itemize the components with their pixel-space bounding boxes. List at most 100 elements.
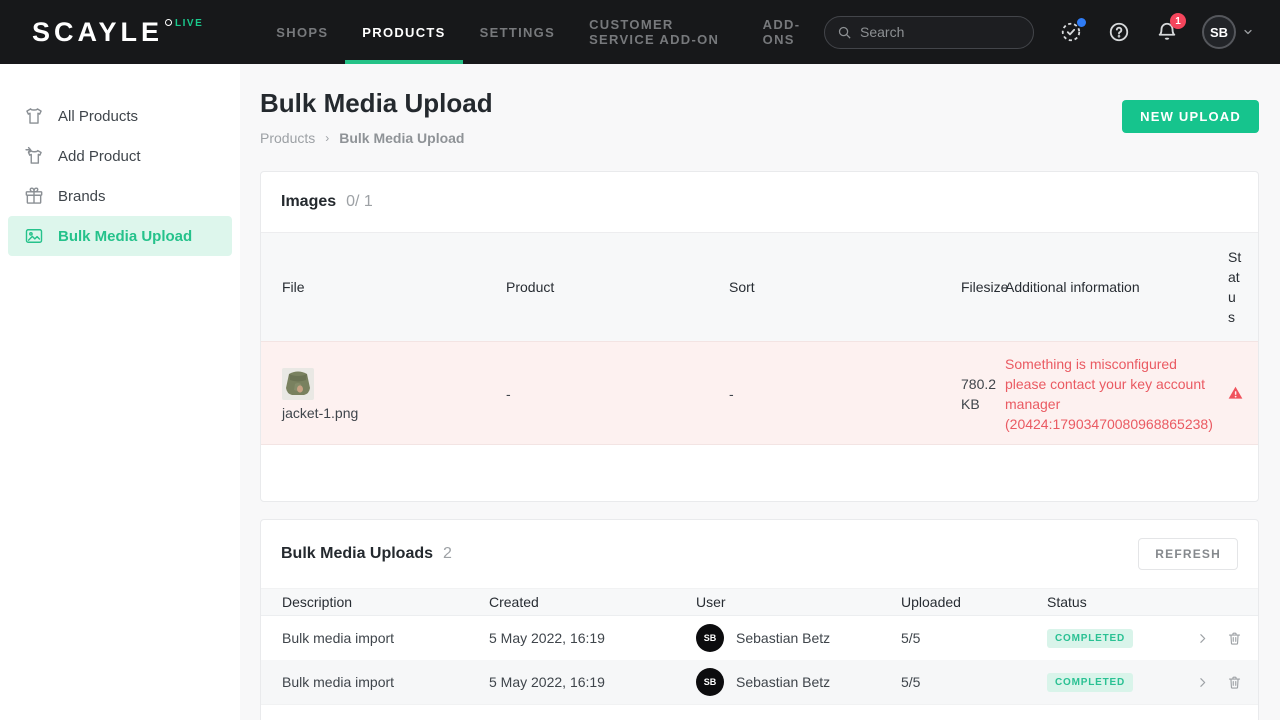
sidebar: All Products Add Product Brands Bulk Med… bbox=[0, 64, 240, 720]
chevron-right-icon bbox=[1196, 676, 1209, 689]
images-table: File Product Sort Filesize Additional in… bbox=[261, 233, 1258, 445]
help-icon bbox=[1108, 21, 1130, 43]
user-row-avatar: SB bbox=[696, 668, 724, 696]
column-header-description: Description bbox=[261, 589, 489, 616]
breadcrumb-products[interactable]: Products bbox=[260, 130, 315, 146]
sidebar-item-bulk-media-upload[interactable]: Bulk Media Upload bbox=[8, 216, 232, 256]
nav-customer-service-add-on[interactable]: CUSTOMER SERVICE ADD-ON bbox=[572, 0, 746, 64]
refresh-button[interactable]: REFRESH bbox=[1138, 538, 1238, 570]
delete-upload-button[interactable] bbox=[1227, 675, 1242, 690]
sidebar-item-label: All Products bbox=[58, 108, 138, 125]
breadcrumb-current: Bulk Media Upload bbox=[339, 130, 464, 146]
created-cell: 5 May 2022, 16:19 bbox=[489, 616, 696, 661]
error-message: Something is misconfigured please contac… bbox=[1005, 354, 1228, 434]
warning-triangle-icon bbox=[1228, 386, 1243, 400]
sidebar-item-add-product[interactable]: Add Product bbox=[8, 136, 232, 176]
file-cell: jacket-1.png bbox=[261, 342, 506, 445]
uploads-card-count: 2 bbox=[443, 545, 452, 563]
uploads-table-header-row: Description Created User Uploaded Status bbox=[261, 589, 1259, 616]
images-card-title: Images bbox=[281, 193, 336, 211]
sort-cell: - bbox=[729, 342, 961, 445]
topbar-right: 1 SB bbox=[824, 15, 1254, 49]
description-cell: Bulk media import bbox=[261, 660, 489, 704]
column-header-additional-information: Additional information bbox=[1005, 233, 1228, 342]
logo-text: SCAYLE bbox=[32, 17, 163, 47]
filesize-cell: 780.2 KB bbox=[961, 342, 1005, 445]
search-box[interactable] bbox=[824, 16, 1034, 49]
column-header-created: Created bbox=[489, 589, 696, 616]
uploads-card: Bulk Media Uploads 2 REFRESH Description… bbox=[260, 519, 1259, 720]
user-name: Sebastian Betz bbox=[736, 674, 830, 690]
page-header: Bulk Media Upload Products › Bulk Media … bbox=[260, 88, 1259, 146]
uploads-card-title: Bulk Media Uploads bbox=[281, 545, 433, 563]
file-name: jacket-1.png bbox=[282, 405, 506, 421]
chevron-right-icon bbox=[1196, 632, 1209, 645]
search-input[interactable] bbox=[860, 24, 1020, 40]
nav-add-ons[interactable]: ADD-ONS bbox=[746, 0, 824, 64]
gift-icon bbox=[24, 186, 44, 206]
file-thumbnail[interactable] bbox=[282, 368, 314, 400]
images-card-count: 0/ 1 bbox=[346, 193, 373, 211]
images-table-header-row: File Product Sort Filesize Additional in… bbox=[261, 233, 1258, 342]
uploads-card-header: Bulk Media Uploads 2 REFRESH bbox=[261, 520, 1258, 588]
tshirt-icon bbox=[24, 106, 44, 126]
upload-row[interactable]: Bulk media import 5 May 2022, 16:19 SB S… bbox=[261, 660, 1259, 704]
sidebar-item-brands[interactable]: Brands bbox=[8, 176, 232, 216]
nav-shops[interactable]: SHOPS bbox=[259, 0, 345, 64]
description-cell: Bulk media import bbox=[261, 616, 489, 661]
actions-cell bbox=[1188, 660, 1259, 704]
help-button[interactable] bbox=[1108, 21, 1130, 43]
new-upload-button[interactable]: NEW UPLOAD bbox=[1122, 100, 1259, 133]
status-badge: COMPLETED bbox=[1047, 673, 1133, 692]
search-icon bbox=[837, 25, 852, 40]
column-header-filesize: Filesize bbox=[961, 233, 1005, 342]
image-error-row[interactable]: jacket-1.png - - 780.2 KB Something is m… bbox=[261, 342, 1258, 445]
upload-row[interactable]: Bulk media import 5 May 2022, 16:19 SB S… bbox=[261, 616, 1259, 661]
created-cell: 5 May 2022, 16:19 bbox=[489, 660, 696, 704]
sidebar-item-all-products[interactable]: All Products bbox=[8, 96, 232, 136]
chevron-down-icon bbox=[1242, 26, 1254, 38]
status-cell: COMPLETED bbox=[1047, 616, 1188, 661]
user-name: Sebastian Betz bbox=[736, 630, 830, 646]
breadcrumb-separator-icon: › bbox=[325, 131, 329, 145]
uploads-card-footer: Show 50 Showing 1-2 of 2 1 bbox=[261, 704, 1258, 720]
nav-settings[interactable]: SETTINGS bbox=[463, 0, 572, 64]
uploaded-cell: 5/5 bbox=[901, 660, 1047, 704]
uploads-table: Description Created User Uploaded Status… bbox=[261, 588, 1259, 704]
additional-information-cell: Something is misconfigured please contac… bbox=[1005, 342, 1228, 445]
user-row-avatar: SB bbox=[696, 624, 724, 652]
live-badge: LIVE bbox=[175, 18, 203, 29]
product-cell: - bbox=[506, 342, 729, 445]
tshirt-add-icon bbox=[24, 146, 44, 166]
sidebar-item-label: Bulk Media Upload bbox=[58, 228, 192, 245]
delete-upload-button[interactable] bbox=[1227, 631, 1242, 646]
open-upload-button[interactable] bbox=[1196, 676, 1209, 689]
user-cell: SB Sebastian Betz bbox=[696, 660, 901, 704]
column-header-product: Product bbox=[506, 233, 729, 342]
status-cell bbox=[1228, 342, 1258, 445]
images-card-empty-space bbox=[261, 445, 1258, 501]
column-header-sort: Sort bbox=[729, 233, 961, 342]
user-menu-button[interactable] bbox=[1242, 26, 1254, 38]
images-card: Images 0/ 1 File Product Sort Filesize A… bbox=[260, 171, 1259, 502]
column-header-status: Status bbox=[1047, 589, 1188, 616]
tasks-notification-dot bbox=[1077, 18, 1086, 27]
notifications-button[interactable]: 1 bbox=[1156, 21, 1178, 43]
user-avatar[interactable]: SB bbox=[1202, 15, 1236, 49]
column-header-file: File bbox=[261, 233, 506, 342]
sidebar-item-label: Add Product bbox=[58, 148, 141, 165]
top-navigation: SHOPS PRODUCTS SETTINGS CUSTOMER SERVICE… bbox=[259, 0, 824, 64]
status-badge: COMPLETED bbox=[1047, 629, 1133, 648]
main-content: Bulk Media Upload Products › Bulk Media … bbox=[240, 64, 1280, 720]
column-header-actions bbox=[1188, 589, 1259, 616]
tasks-button[interactable] bbox=[1060, 21, 1082, 43]
column-header-uploaded: Uploaded bbox=[901, 589, 1047, 616]
logo-circle-icon bbox=[165, 19, 172, 26]
page-title: Bulk Media Upload bbox=[260, 88, 493, 118]
user-cell: SB Sebastian Betz bbox=[696, 616, 901, 661]
breadcrumb: Products › Bulk Media Upload bbox=[260, 130, 493, 146]
images-card-header: Images 0/ 1 bbox=[261, 172, 1258, 233]
nav-products[interactable]: PRODUCTS bbox=[345, 0, 462, 64]
scayle-logo[interactable]: SCAYLE LIVE bbox=[32, 17, 203, 47]
open-upload-button[interactable] bbox=[1196, 632, 1209, 645]
